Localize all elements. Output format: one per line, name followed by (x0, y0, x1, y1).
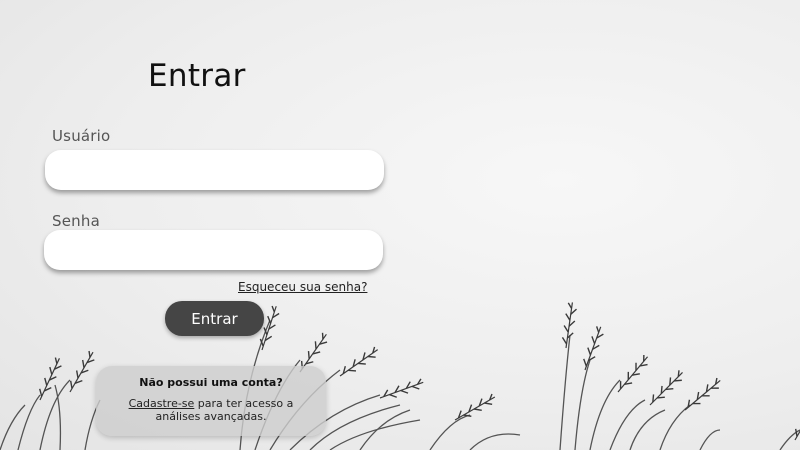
signup-text: Cadastre-se para ter acesso a análises a… (112, 397, 310, 423)
signup-card: Não possui uma conta? Cadastre-se para t… (96, 366, 326, 436)
username-input[interactable] (45, 150, 384, 190)
username-label: Usuário (52, 127, 111, 145)
page-title: Entrar (148, 58, 246, 94)
password-label: Senha (52, 212, 100, 230)
password-input[interactable] (44, 230, 383, 270)
login-button[interactable]: Entrar (165, 301, 264, 336)
signup-title: Não possui uma conta? (139, 376, 283, 389)
signup-link[interactable]: Cadastre-se (129, 397, 195, 410)
forgot-password-link[interactable]: Esqueceu sua senha? (238, 280, 367, 294)
